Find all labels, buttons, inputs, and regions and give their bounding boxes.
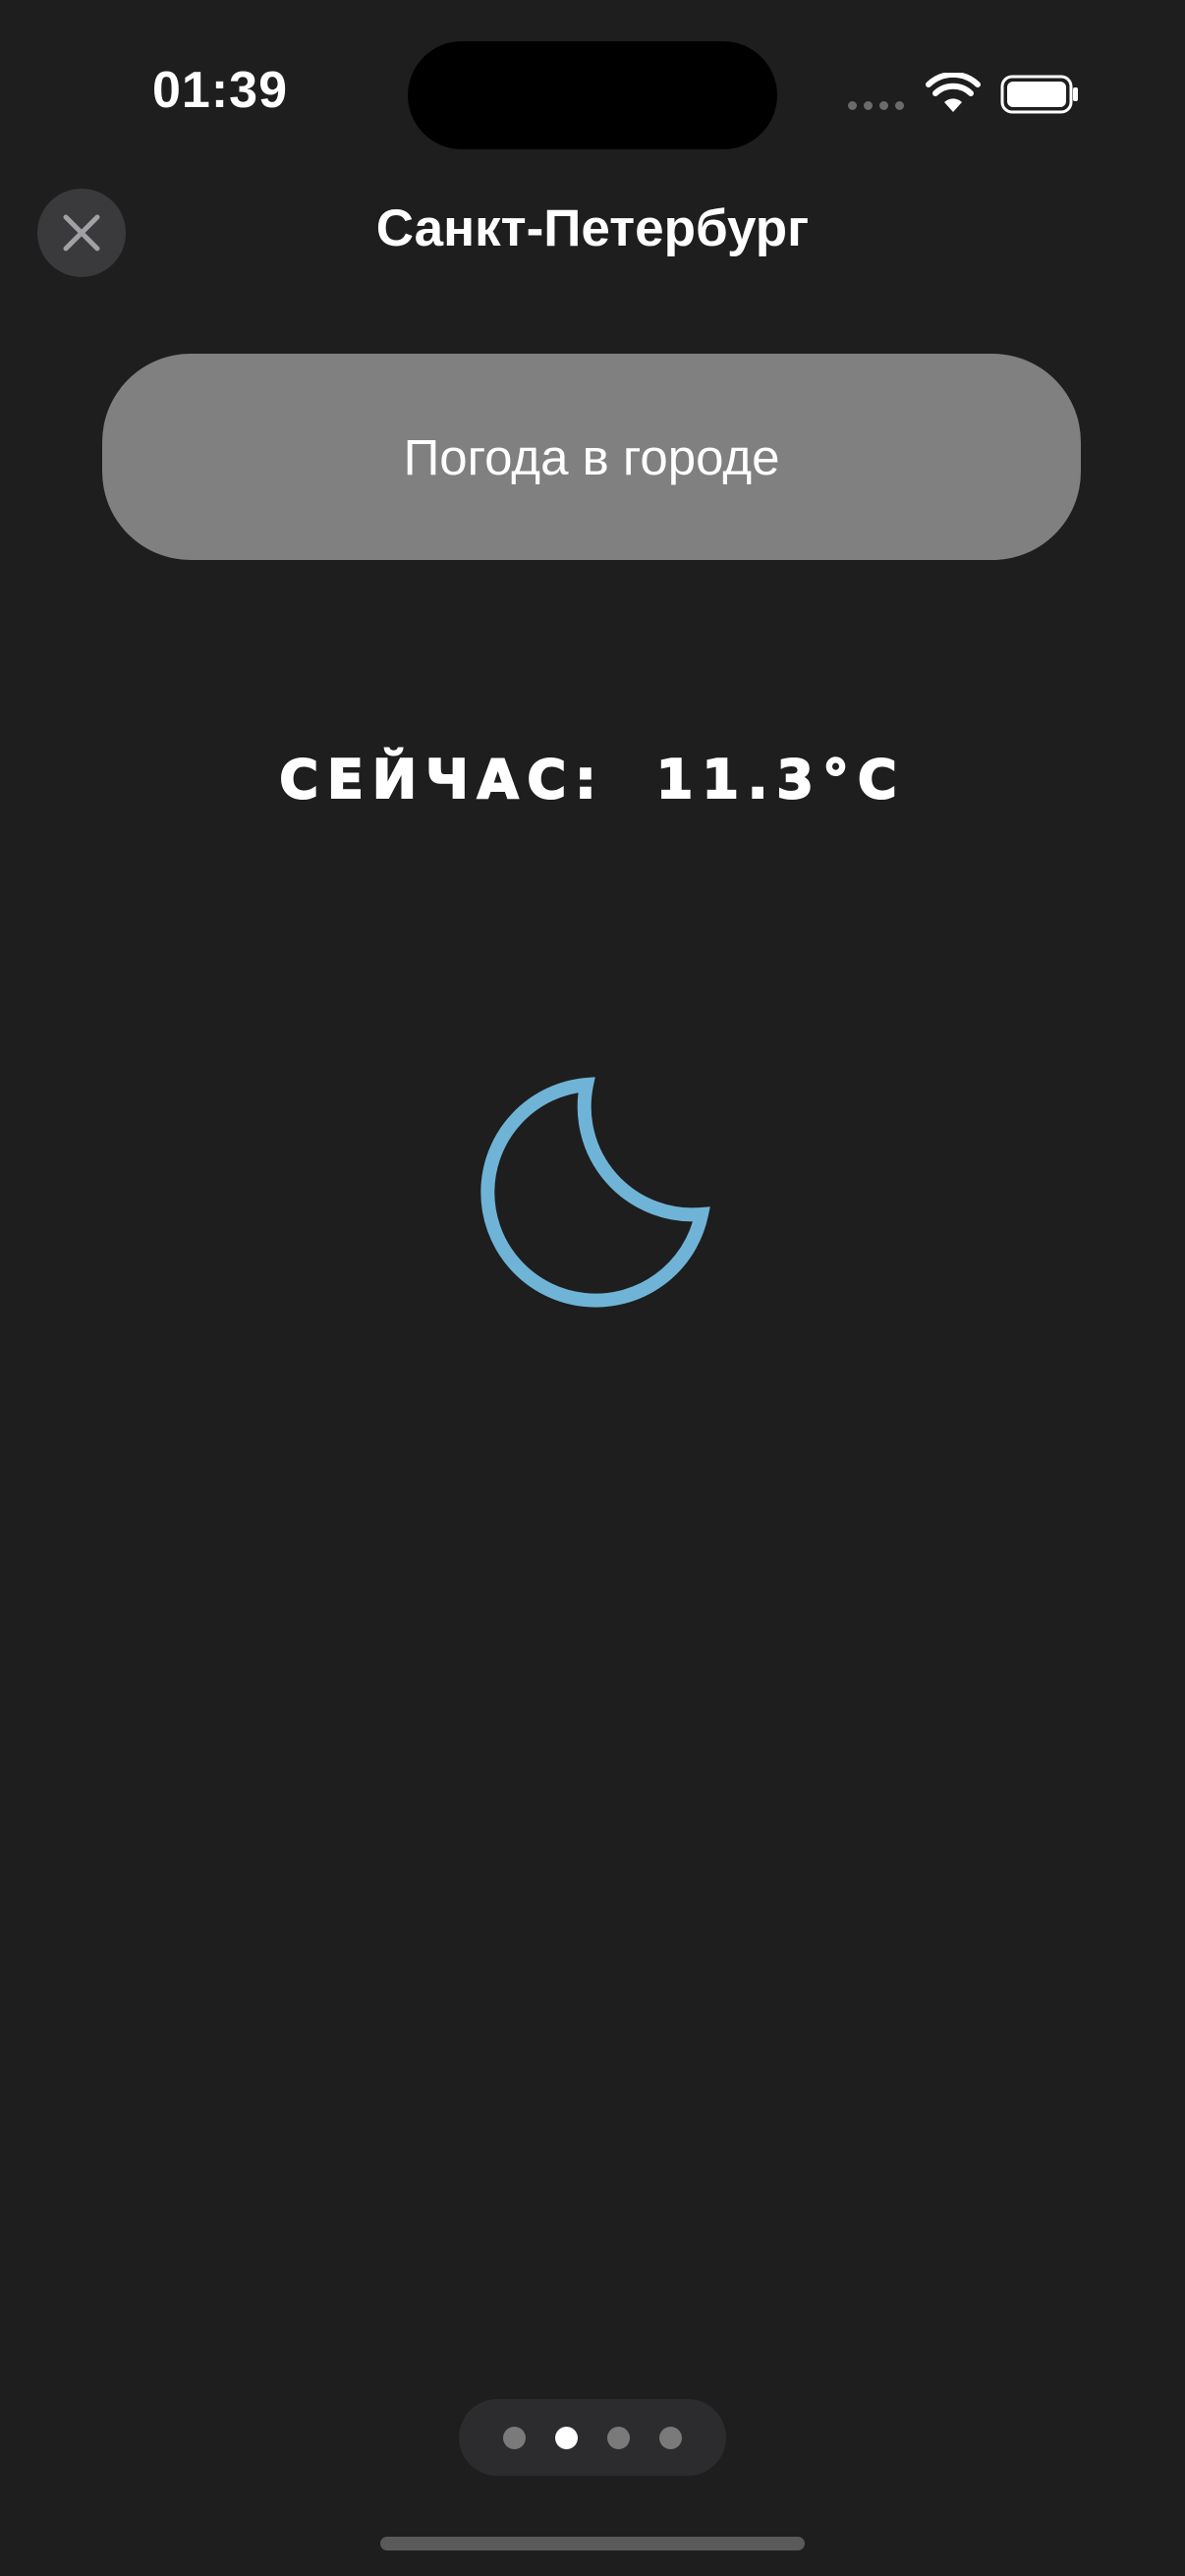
- current-label: СЕЙЧАС:: [278, 748, 605, 812]
- city-weather-button[interactable]: Погода в городе: [102, 354, 1081, 560]
- page-title: Санкт-Петербург: [375, 199, 810, 257]
- page-dot-4[interactable]: [659, 2426, 682, 2449]
- battery-icon: [1000, 75, 1078, 114]
- cellular-signal-icon: [848, 101, 904, 110]
- temperature-value: 11.3°C: [655, 748, 906, 812]
- current-temperature: СЕЙЧАС: 11.3°C: [0, 748, 1185, 812]
- page-dot-3[interactable]: [607, 2426, 630, 2449]
- wifi-icon: [926, 73, 981, 112]
- city-weather-button-label: Погода в городе: [403, 428, 780, 485]
- moon-icon: [480, 1077, 710, 1308]
- status-time: 01:39: [152, 62, 288, 119]
- page-dot-1[interactable]: [503, 2426, 526, 2449]
- home-indicator[interactable]: [380, 2537, 805, 2550]
- dynamic-island: [408, 41, 777, 149]
- page-dot-2[interactable]: [555, 2426, 578, 2449]
- page-indicator[interactable]: [459, 2399, 726, 2476]
